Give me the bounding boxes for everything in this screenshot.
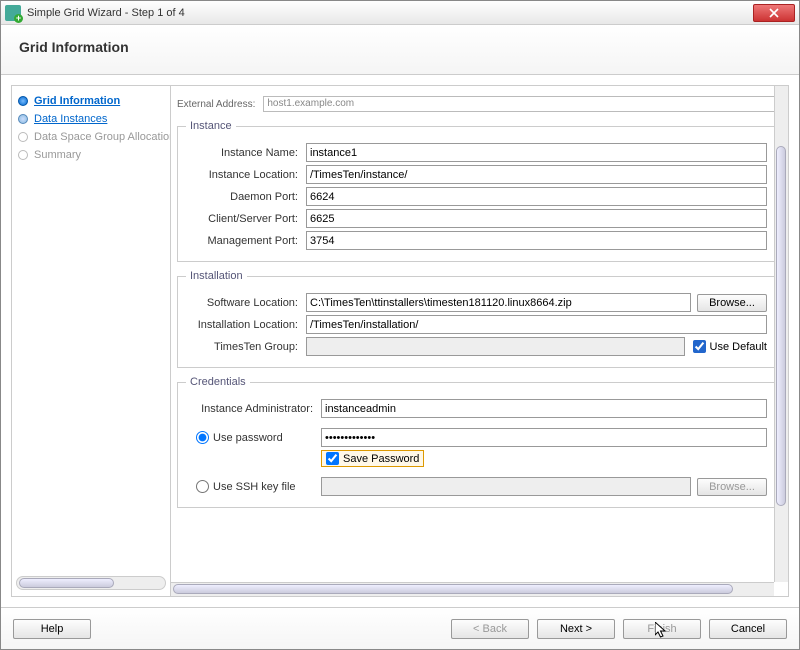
wizard-body: Grid Information Data Instances Data Spa… [1,75,799,607]
ssh-browse-button: Browse... [697,478,767,496]
software-browse-button[interactable]: Browse... [697,294,767,312]
wizard-header: Grid Information [1,25,799,75]
install-location-label: Installation Location: [186,319,306,331]
timesten-group-label: TimesTen Group: [186,341,306,353]
instance-name-label: Instance Name: [186,147,306,159]
daemon-port-label: Daemon Port: [186,191,306,203]
app-icon [5,5,21,21]
sidebar-hscroll[interactable] [16,576,166,590]
use-ssh-radio[interactable] [196,480,209,493]
external-address-label: External Address: [177,99,255,110]
step-dot-icon [18,96,28,106]
installation-fieldset: Installation Software Location: Browse...… [177,270,776,368]
step-dot-icon [18,132,28,142]
step-data-space-group: Data Space Group Allocation [16,128,166,146]
window-title: Simple Grid Wizard - Step 1 of 4 [27,7,753,19]
step-data-instances[interactable]: Data Instances [16,110,166,128]
step-grid-information[interactable]: Grid Information [16,92,166,110]
ssh-file-input [321,477,691,496]
credentials-legend: Credentials [186,376,250,388]
back-button: < Back [451,619,529,639]
cs-port-input[interactable] [306,209,767,228]
save-password-checkbox[interactable] [326,452,339,465]
step-dot-icon [18,150,28,160]
titlebar: Simple Grid Wizard - Step 1 of 4 [1,1,799,25]
scroll-thumb[interactable] [776,146,786,506]
instance-location-input[interactable] [306,165,767,184]
scroll-thumb[interactable] [173,584,733,594]
timesten-group-input [306,337,685,356]
next-button[interactable]: Next > [537,619,615,639]
steps-sidebar: Grid Information Data Instances Data Spa… [11,85,171,597]
form-content: External Address: host1.example.com Inst… [171,86,788,596]
instance-legend: Instance [186,120,236,132]
external-address-row: External Address: host1.example.com [177,96,776,112]
software-location-input[interactable] [306,293,691,312]
page-title: Grid Information [19,39,781,55]
install-location-input[interactable] [306,315,767,334]
daemon-port-input[interactable] [306,187,767,206]
use-ssh-label: Use SSH key file [213,481,296,493]
use-password-label: Use password [213,432,283,444]
use-password-radio[interactable] [196,431,209,444]
scroll-thumb[interactable] [19,578,114,588]
close-button[interactable] [753,4,795,22]
software-location-label: Software Location: [186,297,306,309]
help-button[interactable]: Help [13,619,91,639]
instance-location-label: Instance Location: [186,169,306,181]
installation-legend: Installation [186,270,247,282]
step-summary: Summary [16,146,166,164]
wizard-footer: Help < Back Next > Finish Cancel [1,607,799,649]
main-hscroll[interactable] [171,582,774,596]
admin-input[interactable] [321,399,767,418]
instance-fieldset: Instance Instance Name: Instance Locatio… [177,120,776,262]
password-input[interactable] [321,428,767,447]
wizard-window: Simple Grid Wizard - Step 1 of 4 Grid In… [0,0,800,650]
use-default-checkbox[interactable] [693,340,706,353]
admin-label: Instance Administrator: [186,403,321,415]
external-address-value: host1.example.com [263,96,776,112]
save-password-label: Save Password [343,453,419,465]
credentials-fieldset: Credentials Instance Administrator: Use … [177,376,776,508]
use-default-label: Use Default [710,341,767,353]
step-dot-icon [18,114,28,124]
mgmt-port-label: Management Port: [186,235,306,247]
close-icon [769,8,779,18]
mgmt-port-input[interactable] [306,231,767,250]
main-panel: External Address: host1.example.com Inst… [171,85,789,597]
main-vscroll[interactable] [774,86,788,582]
cancel-button[interactable]: Cancel [709,619,787,639]
finish-button: Finish [623,619,701,639]
cs-port-label: Client/Server Port: [186,213,306,225]
instance-name-input[interactable] [306,143,767,162]
